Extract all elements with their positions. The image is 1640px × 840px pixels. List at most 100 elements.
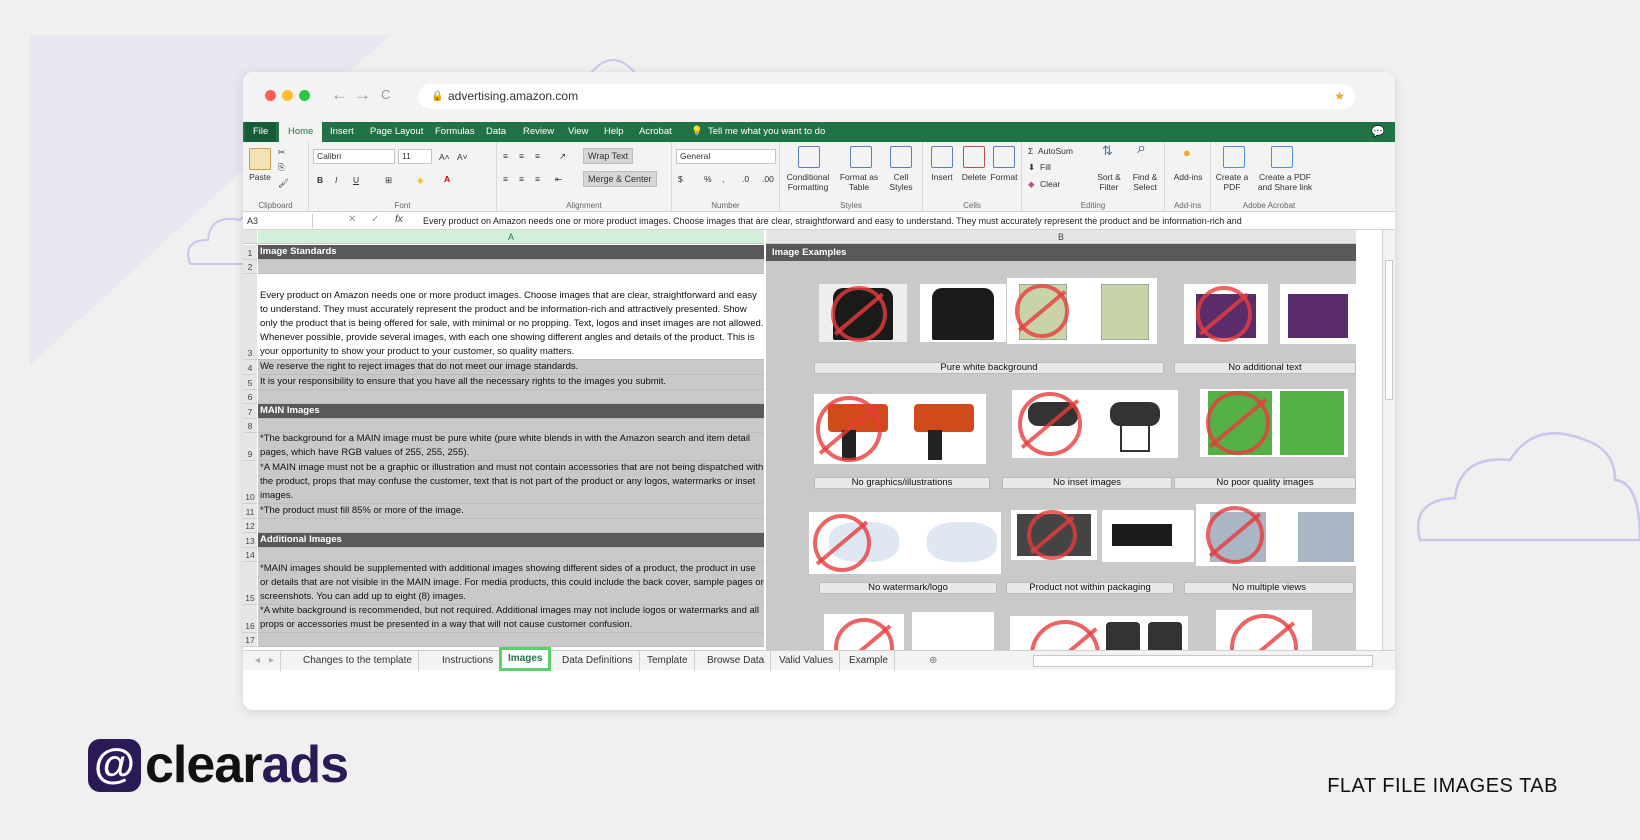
find-select-button[interactable]: Find & Select	[1128, 172, 1162, 192]
horizontal-scrollbar[interactable]	[1033, 655, 1373, 667]
format-painter-icon[interactable]: 🖌	[278, 178, 289, 188]
addins-icon[interactable]: ●	[1183, 146, 1191, 159]
number-format-select[interactable]: General	[676, 149, 776, 164]
row-number[interactable]: 17	[243, 633, 257, 647]
cell-a11[interactable]: *The product must fill 85% or more of th…	[258, 504, 764, 519]
tab-insert[interactable]: Insert	[330, 122, 354, 142]
create-pdf-icon[interactable]	[1223, 146, 1245, 168]
url-bar[interactable]: 🔒 advertising.amazon.com ★	[418, 84, 1355, 109]
copy-icon[interactable]: ⎘	[278, 162, 285, 172]
align-top-icon[interactable]: ≡	[503, 151, 508, 161]
increase-decimal-icon[interactable]: .0	[742, 174, 749, 184]
cell-a6[interactable]	[258, 390, 764, 404]
name-box[interactable]: A3	[245, 214, 313, 228]
cell-a9[interactable]: *The background for a MAIN image must be…	[258, 433, 764, 461]
format-as-table-icon[interactable]	[850, 146, 872, 168]
cell-a17[interactable]	[258, 633, 764, 647]
indent-icon[interactable]: ⇤	[555, 174, 562, 184]
cell-a13[interactable]: Additional Images	[258, 533, 764, 548]
tab-file[interactable]: File	[245, 122, 277, 142]
row-number[interactable]: 10	[243, 461, 257, 504]
border-icon[interactable]: ⊞	[385, 175, 392, 185]
minimize-window-icon[interactable]	[282, 90, 293, 101]
formula-input[interactable]: Every product on Amazon needs one or mor…	[423, 214, 1323, 228]
autosum-button[interactable]: AutoSum	[1038, 146, 1073, 156]
tab-data[interactable]: Data	[486, 122, 506, 142]
reload-icon[interactable]: C	[381, 87, 390, 102]
comments-icon[interactable]: 💬	[1371, 122, 1385, 142]
sort-filter-button[interactable]: Sort & Filter	[1092, 172, 1126, 192]
scroll-tabs-right-icon[interactable]: ▸	[263, 651, 282, 671]
delete-cells-button[interactable]: Delete	[959, 172, 989, 182]
sort-filter-icon[interactable]: ⇅	[1102, 144, 1113, 157]
paste-icon[interactable]	[249, 148, 271, 170]
insert-cells-button[interactable]: Insert	[927, 172, 957, 182]
row-number[interactable]: 6	[243, 390, 257, 404]
align-center-icon[interactable]: ≡	[519, 174, 524, 184]
fill-button[interactable]: Fill	[1040, 162, 1051, 172]
align-left-icon[interactable]: ≡	[503, 174, 508, 184]
sheet-tab-data-definitions[interactable]: Data Definitions	[556, 651, 640, 671]
conditional-formatting-button[interactable]: Conditional Formatting	[782, 172, 834, 192]
font-size-select[interactable]: 11	[398, 149, 432, 164]
row-number[interactable]: 11	[243, 504, 257, 519]
format-cells-button[interactable]: Format	[989, 172, 1019, 182]
cut-icon[interactable]: ✂	[278, 147, 285, 157]
row-number[interactable]: 7	[243, 404, 257, 419]
tab-view[interactable]: View	[568, 122, 588, 142]
select-all-corner[interactable]	[243, 230, 257, 244]
decrease-decimal-icon[interactable]: .00	[762, 174, 774, 184]
increase-font-icon[interactable]: A˄	[439, 152, 450, 162]
cell-a2[interactable]	[258, 260, 764, 274]
tab-review[interactable]: Review	[523, 122, 554, 142]
tab-page-layout[interactable]: Page Layout	[370, 122, 423, 142]
cell-a5[interactable]: It is your responsibility to ensure that…	[258, 375, 764, 390]
fill-icon[interactable]: ⬇	[1028, 162, 1035, 172]
forward-arrow-icon[interactable]: →	[354, 85, 371, 105]
close-window-icon[interactable]	[265, 90, 276, 101]
fx-icon[interactable]: fx	[395, 214, 403, 225]
add-sheet-icon[interactable]: ⊕	[923, 651, 943, 671]
row-number[interactable]: 16	[243, 605, 257, 633]
row-number[interactable]: 15	[243, 562, 257, 605]
cell-a1[interactable]: Image Standards	[258, 245, 764, 260]
percent-icon[interactable]: %	[704, 174, 712, 184]
row-number[interactable]: 9	[243, 433, 257, 461]
cell-a15[interactable]: *MAIN images should be supplemented with…	[258, 562, 764, 605]
maximize-window-icon[interactable]	[299, 90, 310, 101]
format-cells-icon[interactable]	[993, 146, 1015, 168]
align-bottom-icon[interactable]: ≡	[535, 151, 540, 161]
fill-color-icon[interactable]: ◈	[417, 175, 424, 185]
sheet-tab-template[interactable]: Template	[641, 651, 695, 671]
row-number[interactable]: 3	[243, 274, 257, 360]
currency-icon[interactable]: $	[678, 174, 683, 184]
vertical-scroll-thumb[interactable]	[1385, 260, 1393, 400]
column-header-a[interactable]: A	[258, 230, 764, 244]
bookmark-star-icon[interactable]: ★	[1334, 84, 1345, 109]
comma-icon[interactable]: ,	[722, 174, 724, 184]
cell-a7[interactable]: MAIN Images	[258, 404, 764, 419]
row-number[interactable]: 5	[243, 375, 257, 390]
tell-me-search[interactable]: Tell me what you want to do	[708, 122, 825, 142]
find-icon[interactable]: ⌕	[1137, 141, 1146, 157]
align-middle-icon[interactable]: ≡	[519, 151, 524, 161]
row-number[interactable]: 12	[243, 519, 257, 533]
wrap-text-button[interactable]: Wrap Text	[583, 148, 634, 164]
cell-a12[interactable]	[258, 519, 764, 533]
bold-icon[interactable]: B	[317, 175, 323, 185]
orientation-icon[interactable]: ↗	[559, 151, 566, 161]
tab-home[interactable]: Home	[279, 122, 323, 142]
delete-cells-icon[interactable]	[963, 146, 985, 168]
back-arrow-icon[interactable]: ←	[331, 85, 348, 105]
eraser-icon[interactable]: ◆	[1028, 179, 1035, 189]
row-number[interactable]: 14	[243, 548, 257, 562]
row-number[interactable]: 1	[243, 245, 257, 260]
cell-a4[interactable]: We reserve the right to reject images th…	[258, 360, 764, 375]
cell-styles-icon[interactable]	[890, 146, 912, 168]
sheet-tab-valid-values[interactable]: Valid Values	[773, 651, 841, 671]
row-number[interactable]: 4	[243, 360, 257, 375]
row-number[interactable]: 8	[243, 419, 257, 433]
vertical-scrollbar[interactable]	[1382, 230, 1395, 650]
autosum-icon[interactable]: Σ	[1028, 146, 1033, 156]
tab-formulas[interactable]: Formulas	[435, 122, 475, 142]
